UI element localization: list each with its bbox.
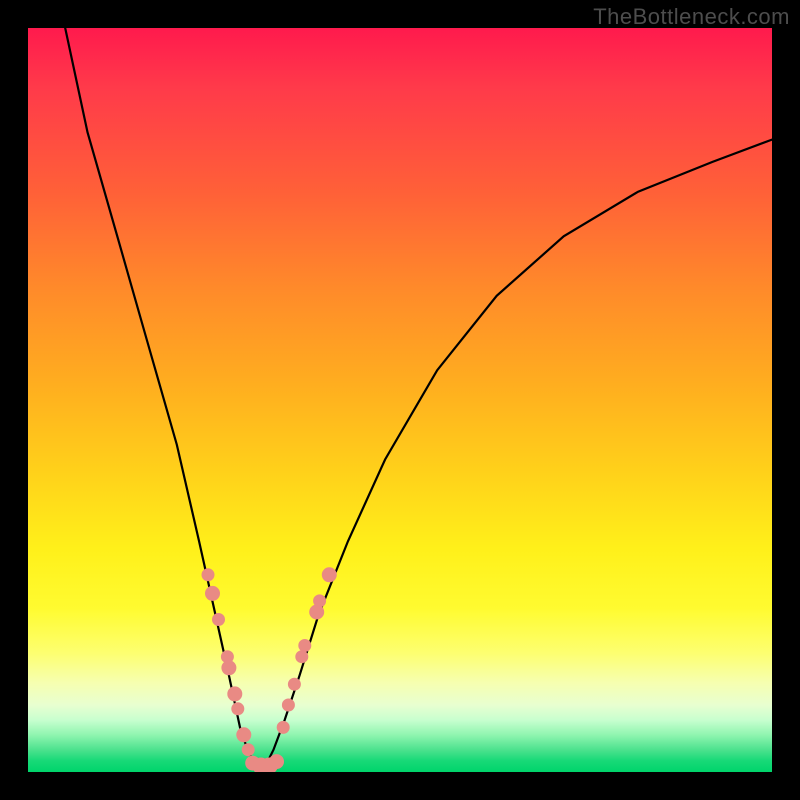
watermark-text: TheBottleneck.com (593, 4, 790, 30)
data-point (270, 755, 284, 769)
data-point (202, 569, 214, 581)
data-point (296, 651, 308, 663)
data-point (222, 661, 236, 675)
data-point (288, 678, 300, 690)
chart-svg (28, 28, 772, 772)
data-point (232, 703, 244, 715)
data-point (206, 586, 220, 600)
curve-right (259, 140, 772, 772)
data-point (299, 640, 311, 652)
data-point (242, 744, 254, 756)
data-point (277, 721, 289, 733)
data-point (237, 728, 251, 742)
chart-frame: TheBottleneck.com (0, 0, 800, 800)
plot-area (28, 28, 772, 772)
data-points (202, 568, 336, 772)
data-point (310, 605, 324, 619)
data-point (322, 568, 336, 582)
data-point (282, 699, 294, 711)
data-point (314, 595, 326, 607)
data-point (213, 614, 225, 626)
data-point (228, 687, 242, 701)
